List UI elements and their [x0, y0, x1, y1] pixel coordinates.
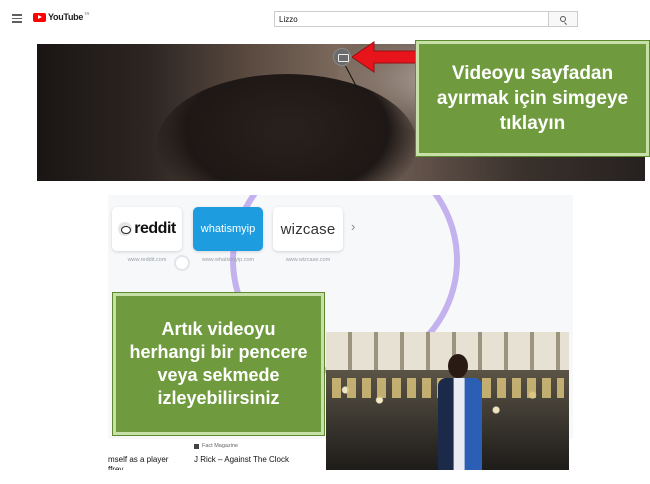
reddit-alien-icon	[118, 222, 133, 236]
search-button[interactable]	[548, 11, 578, 27]
feed-left-title-line1: mself as a player	[108, 455, 169, 464]
feed-title[interactable]: J Rick – Against The Clock	[194, 455, 289, 464]
youtube-logo[interactable]: YouTube TR	[33, 10, 90, 22]
youtube-play-icon	[33, 12, 46, 22]
pip-performer	[438, 354, 482, 470]
tile-wizcase-label: wizcase	[280, 220, 336, 238]
search-input[interactable]: Lizzo	[274, 11, 549, 27]
chevron-right-icon[interactable]: ›	[351, 219, 355, 234]
hamburger-menu-icon[interactable]	[12, 14, 22, 23]
feed-source-label: Fact Magazine	[202, 443, 239, 449]
search-icon	[560, 16, 566, 22]
tile-wizcase[interactable]: wizcase	[273, 207, 343, 251]
feed-source: Fact Magazine	[194, 443, 238, 449]
youtube-header: YouTube TR Lizzo	[0, 0, 650, 38]
tile-whatismyip[interactable]: whatismyip	[193, 207, 263, 251]
pip-video-window[interactable]	[326, 332, 569, 470]
source-logo-icon	[194, 443, 199, 449]
youtube-logo-text: YouTube	[48, 12, 84, 22]
feed-left-title[interactable]: mself as a player ffrey	[108, 455, 168, 470]
tile-reddit-label: reddit	[134, 220, 176, 237]
tile-reddit-url: www.reddit.com	[127, 257, 167, 263]
callout-detach-instruction: Videoyu sayfadan ayırmak için simgeye tı…	[415, 40, 650, 157]
youtube-logo-region: TR	[84, 10, 90, 16]
tile-whatismyip-label: whatismyip	[200, 223, 256, 235]
picture-in-picture-icon[interactable]	[333, 48, 351, 66]
tile-wizcase-url: www.wizcase.com	[285, 257, 331, 263]
red-arrow-icon	[352, 41, 422, 73]
pip-performer-head	[448, 354, 468, 378]
tile-reddit[interactable]: reddit	[112, 207, 182, 251]
tile-whatismyip-url: www.whatismyip.com	[201, 257, 255, 263]
callout-watch-anywhere: Artık videoyu herhangi bir pencere veya …	[112, 292, 325, 436]
pip-performer-body	[438, 378, 482, 470]
feed-left-title-line2: ffrey	[108, 465, 124, 470]
